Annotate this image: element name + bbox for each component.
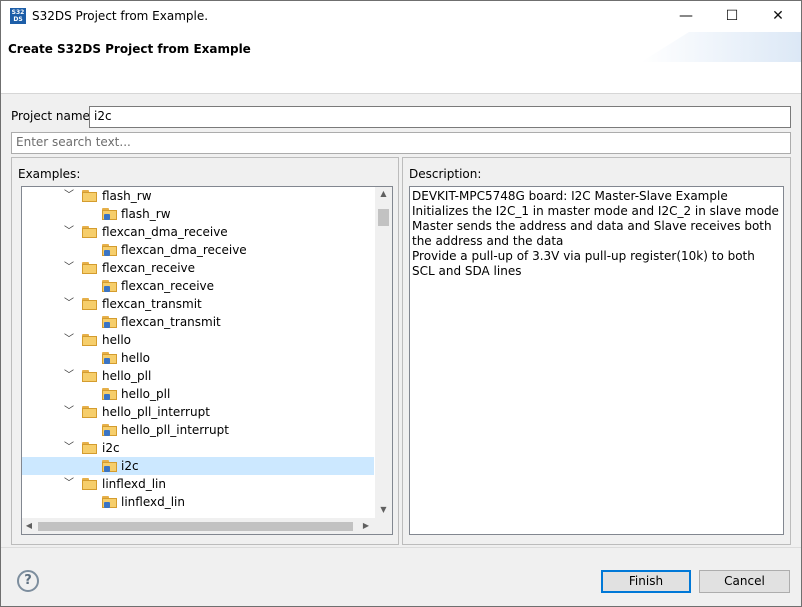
tree-item[interactable]: ﹀ flexcan_transmit — [22, 295, 374, 313]
tree-item[interactable]: ﹀ flexcan_receive — [22, 259, 374, 277]
chevron-down-icon[interactable]: ﹀ — [64, 367, 74, 385]
maximize-button[interactable]: ☐ — [709, 1, 755, 32]
chevron-down-icon[interactable]: ﹀ — [64, 187, 74, 205]
folder-icon — [82, 478, 98, 490]
description-line: Master sends the address and data and Sl… — [412, 219, 772, 233]
scroll-left-arrow-icon[interactable]: ◀ — [24, 521, 34, 530]
chevron-down-icon[interactable]: ﹀ — [64, 223, 74, 241]
tree-item-label: i2c — [102, 441, 120, 455]
chevron-down-icon[interactable]: ﹀ — [64, 439, 74, 457]
chevron-down-icon[interactable]: ﹀ — [64, 331, 74, 349]
project-folder-icon — [102, 424, 118, 436]
tree-item-label: hello_pll — [102, 369, 152, 383]
scroll-up-arrow-icon[interactable]: ▲ — [375, 189, 392, 198]
tree-item-label: hello_pll — [121, 387, 171, 401]
tree-item-label: hello_pll_interrupt — [102, 405, 210, 419]
chevron-down-icon[interactable]: ﹀ — [64, 295, 74, 313]
chevron-down-icon[interactable]: ﹀ — [64, 259, 74, 277]
tree-item-label: flexcan_transmit — [121, 315, 221, 329]
description-line: Initializes the I2C_1 in master mode and… — [412, 204, 779, 218]
project-folder-icon — [102, 460, 118, 472]
project-folder-icon — [102, 352, 118, 364]
chevron-down-icon[interactable]: ﹀ — [64, 403, 74, 421]
tree-item[interactable]: linflexd_lin — [22, 493, 374, 511]
project-name-input[interactable]: i2c — [89, 106, 791, 128]
dialog-window: S32 DS S32DS Project from Example. — ☐ ✕… — [0, 0, 802, 607]
description-text[interactable]: DEVKIT-MPC5748G board: I2C Master-Slave … — [409, 186, 784, 535]
description-line: DEVKIT-MPC5748G board: I2C Master-Slave … — [412, 189, 728, 203]
tree-item[interactable]: ﹀ i2c — [22, 439, 374, 457]
scroll-right-arrow-icon[interactable]: ▶ — [361, 521, 371, 530]
project-folder-icon — [102, 316, 118, 328]
horizontal-scroll-thumb[interactable] — [38, 522, 353, 531]
project-folder-icon — [102, 208, 118, 220]
folder-icon — [82, 406, 98, 418]
scrollbar-corner — [375, 518, 392, 534]
examples-vertical-scrollbar[interactable]: ▲ ▼ — [375, 187, 392, 518]
tree-item-label: linflexd_lin — [121, 495, 185, 509]
description-label: Description: — [409, 167, 482, 181]
tree-item-label: hello — [102, 333, 131, 347]
tree-item-label: flexcan_dma_receive — [102, 225, 228, 239]
tree-item-label: hello_pll_interrupt — [121, 423, 229, 437]
folder-icon — [82, 442, 98, 454]
tree-item-label: flash_rw — [102, 189, 152, 203]
description-line: SCL and SDA lines — [412, 264, 522, 278]
tree-item[interactable]: flash_rw — [22, 205, 374, 223]
tree-item[interactable]: flexcan_transmit — [22, 313, 374, 331]
title-bar[interactable]: S32 DS S32DS Project from Example. — ☐ ✕ — [1, 1, 801, 32]
description-line: the address and the data — [412, 234, 564, 248]
tree-item[interactable]: ﹀ hello_pll — [22, 367, 374, 385]
project-folder-icon — [102, 496, 118, 508]
tree-item-selected[interactable]: i2c — [22, 457, 374, 475]
folder-icon — [82, 262, 98, 274]
tree-item[interactable]: ﹀ flash_rw — [22, 187, 374, 205]
window-title: S32DS Project from Example. — [32, 9, 209, 23]
tree-item[interactable]: flexcan_dma_receive — [22, 241, 374, 259]
tree-item[interactable]: hello_pll_interrupt — [22, 421, 374, 439]
tree-item-label: flexcan_receive — [102, 261, 196, 275]
tree-item[interactable]: ﹀ linflexd_lin — [22, 475, 374, 493]
tree-item[interactable]: ﹀ hello — [22, 331, 374, 349]
scroll-down-arrow-icon[interactable]: ▼ — [375, 505, 392, 514]
cancel-button[interactable]: Cancel — [699, 570, 790, 593]
close-button[interactable]: ✕ — [755, 1, 801, 32]
help-icon[interactable]: ? — [17, 570, 39, 592]
examples-label: Examples: — [18, 167, 81, 181]
vertical-scroll-thumb[interactable] — [378, 209, 389, 226]
project-folder-icon — [102, 244, 118, 256]
folder-icon — [82, 370, 98, 382]
examples-tree[interactable]: ﹀ flash_rw flash_rw ﹀ flexcan_dma_receiv… — [21, 186, 393, 535]
tree-item[interactable]: hello_pll — [22, 385, 374, 403]
folder-icon — [82, 190, 98, 202]
tree-item-label: linflexd_lin — [102, 477, 166, 491]
page-title: Create S32DS Project from Example — [8, 42, 251, 56]
tree-item-label: flexcan_receive — [121, 279, 215, 293]
finish-button[interactable]: Finish — [601, 570, 691, 593]
tree-item[interactable]: ﹀ flexcan_dma_receive — [22, 223, 374, 241]
tree-item[interactable]: hello — [22, 349, 374, 367]
tree-item-label: i2c — [121, 459, 139, 473]
examples-horizontal-scrollbar[interactable]: ◀ ▶ — [22, 518, 375, 534]
tree-item-label: hello — [121, 351, 150, 365]
wizard-header: Create S32DS Project from Example — [1, 32, 801, 94]
folder-icon — [82, 298, 98, 310]
description-line: Provide a pull-up of 3.3V via pull-up re… — [412, 249, 755, 263]
tree-item-label: flexcan_dma_receive — [121, 243, 247, 257]
folder-icon — [82, 334, 98, 346]
header-banner-graphic — [641, 32, 801, 62]
s32ds-app-icon: S32 DS — [10, 8, 26, 24]
search-input[interactable]: Enter search text... — [11, 132, 791, 154]
folder-icon — [82, 226, 98, 238]
tree-item-label: flexcan_transmit — [102, 297, 202, 311]
footer-separator — [1, 547, 801, 548]
project-folder-icon — [102, 388, 118, 400]
project-name-label: Project name: — [11, 109, 94, 123]
project-folder-icon — [102, 280, 118, 292]
tree-item[interactable]: flexcan_receive — [22, 277, 374, 295]
chevron-down-icon[interactable]: ﹀ — [64, 475, 74, 493]
minimize-button[interactable]: — — [663, 1, 709, 32]
tree-item-label: flash_rw — [121, 207, 171, 221]
tree-item[interactable]: ﹀ hello_pll_interrupt — [22, 403, 374, 421]
